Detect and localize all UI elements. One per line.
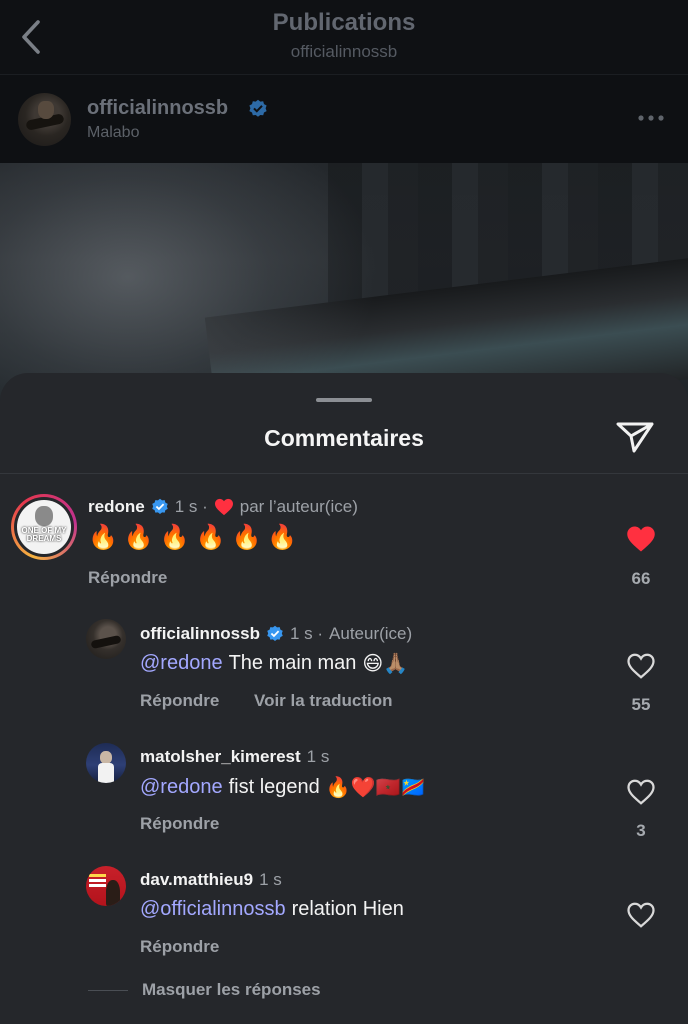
commenter-avatar[interactable] (86, 866, 126, 906)
like-heart-outline-icon[interactable] (626, 652, 656, 680)
like-count: 55 (631, 695, 651, 714)
comment-mention[interactable]: @redone (140, 652, 223, 675)
video-smoke (0, 163, 380, 403)
comment-time: 1 s · (289, 624, 324, 643)
verified-badge-icon (151, 498, 168, 515)
post-author-row: officialinnossb Malabo (0, 75, 688, 163)
comment-body: @redone fist legend 🔥❤️🇲🇦🇨🇩 (140, 775, 425, 799)
comment-header: matolsher_kimerest 1 s (140, 747, 329, 767)
comment-text: The main man (228, 651, 357, 674)
sheet-grabber[interactable] (316, 398, 372, 402)
like-heart-outline-icon[interactable] (626, 778, 656, 806)
more-options-icon[interactable] (636, 108, 666, 128)
comment-time: 1 s · (174, 497, 208, 516)
like-count: 66 (631, 569, 651, 588)
like-count: 3 (636, 821, 646, 840)
post-author-avatar[interactable] (18, 93, 71, 146)
divider (0, 473, 688, 474)
comment-text: 🔥🔥🔥🔥🔥🔥 (88, 523, 304, 551)
comment-time: 1 s (259, 870, 282, 889)
comment-text: relation Hien (291, 898, 404, 920)
verified-badge-icon (249, 99, 267, 117)
post-video[interactable] (0, 163, 688, 403)
hide-replies-button[interactable]: Masquer les réponses (142, 980, 321, 1000)
comment-mention[interactable]: @redone (140, 776, 223, 799)
replies-thread-line (88, 990, 128, 991)
comment-emoji: 😄🙏🏽 (362, 651, 409, 675)
like-heart-filled-icon[interactable] (626, 525, 656, 553)
reply-button[interactable]: Répondre (88, 568, 167, 588)
comment-emoji: 🔥❤️🇲🇦🇨🇩 (325, 775, 426, 799)
comment-username[interactable]: matolsher_kimerest (140, 747, 301, 767)
comment-username[interactable]: officialinnossb (140, 624, 260, 644)
see-translation-button[interactable]: Voir la traduction (254, 691, 393, 711)
author-label: Auteur(ice) (329, 624, 413, 643)
comment-body: @redone The main man 😄🙏🏽 (140, 651, 408, 675)
commenter-avatar[interactable] (86, 743, 126, 783)
comment-username[interactable]: redone (88, 497, 145, 517)
avatar-caption: ONE OF MY DREAMS (21, 526, 67, 543)
avatar: ONE OF MY DREAMS (17, 500, 71, 554)
post-location[interactable]: Malabo (87, 124, 139, 142)
reply-button[interactable]: Répondre (140, 814, 219, 834)
post-author-name[interactable]: officialinnossb (87, 97, 228, 120)
commenter-avatar-story-ring[interactable]: ONE OF MY DREAMS (11, 494, 77, 560)
avatar-face (35, 506, 53, 526)
sheet-title: Commentaires (264, 425, 424, 451)
like-heart-outline-icon[interactable] (626, 901, 656, 929)
comment-header: redone 1 s · par l’auteur(ice) (88, 497, 358, 517)
comment-username[interactable]: dav.matthieu9 (140, 870, 253, 890)
liked-by-author-label: par l’auteur(ice) (239, 497, 358, 516)
comment-mention[interactable]: @officialinnossb (140, 898, 286, 921)
comment-text: fist legend (228, 775, 320, 798)
page-title: Publications (272, 9, 416, 36)
comment-header: officialinnossb 1 s · Auteur(ice) (140, 624, 412, 644)
share-send-icon[interactable] (612, 417, 658, 457)
commenter-avatar[interactable] (86, 619, 126, 659)
reply-button[interactable]: Répondre (140, 937, 219, 957)
comment-header: dav.matthieu9 1 s (140, 870, 282, 890)
comment-time: 1 s (306, 747, 330, 766)
page-subtitle: officialinnossb (290, 42, 398, 61)
liked-by-author-heart-icon (214, 498, 233, 516)
verified-badge-icon (267, 625, 283, 642)
comment-body: @officialinnossb relation Hien (140, 898, 404, 921)
reply-button[interactable]: Répondre (140, 691, 219, 711)
